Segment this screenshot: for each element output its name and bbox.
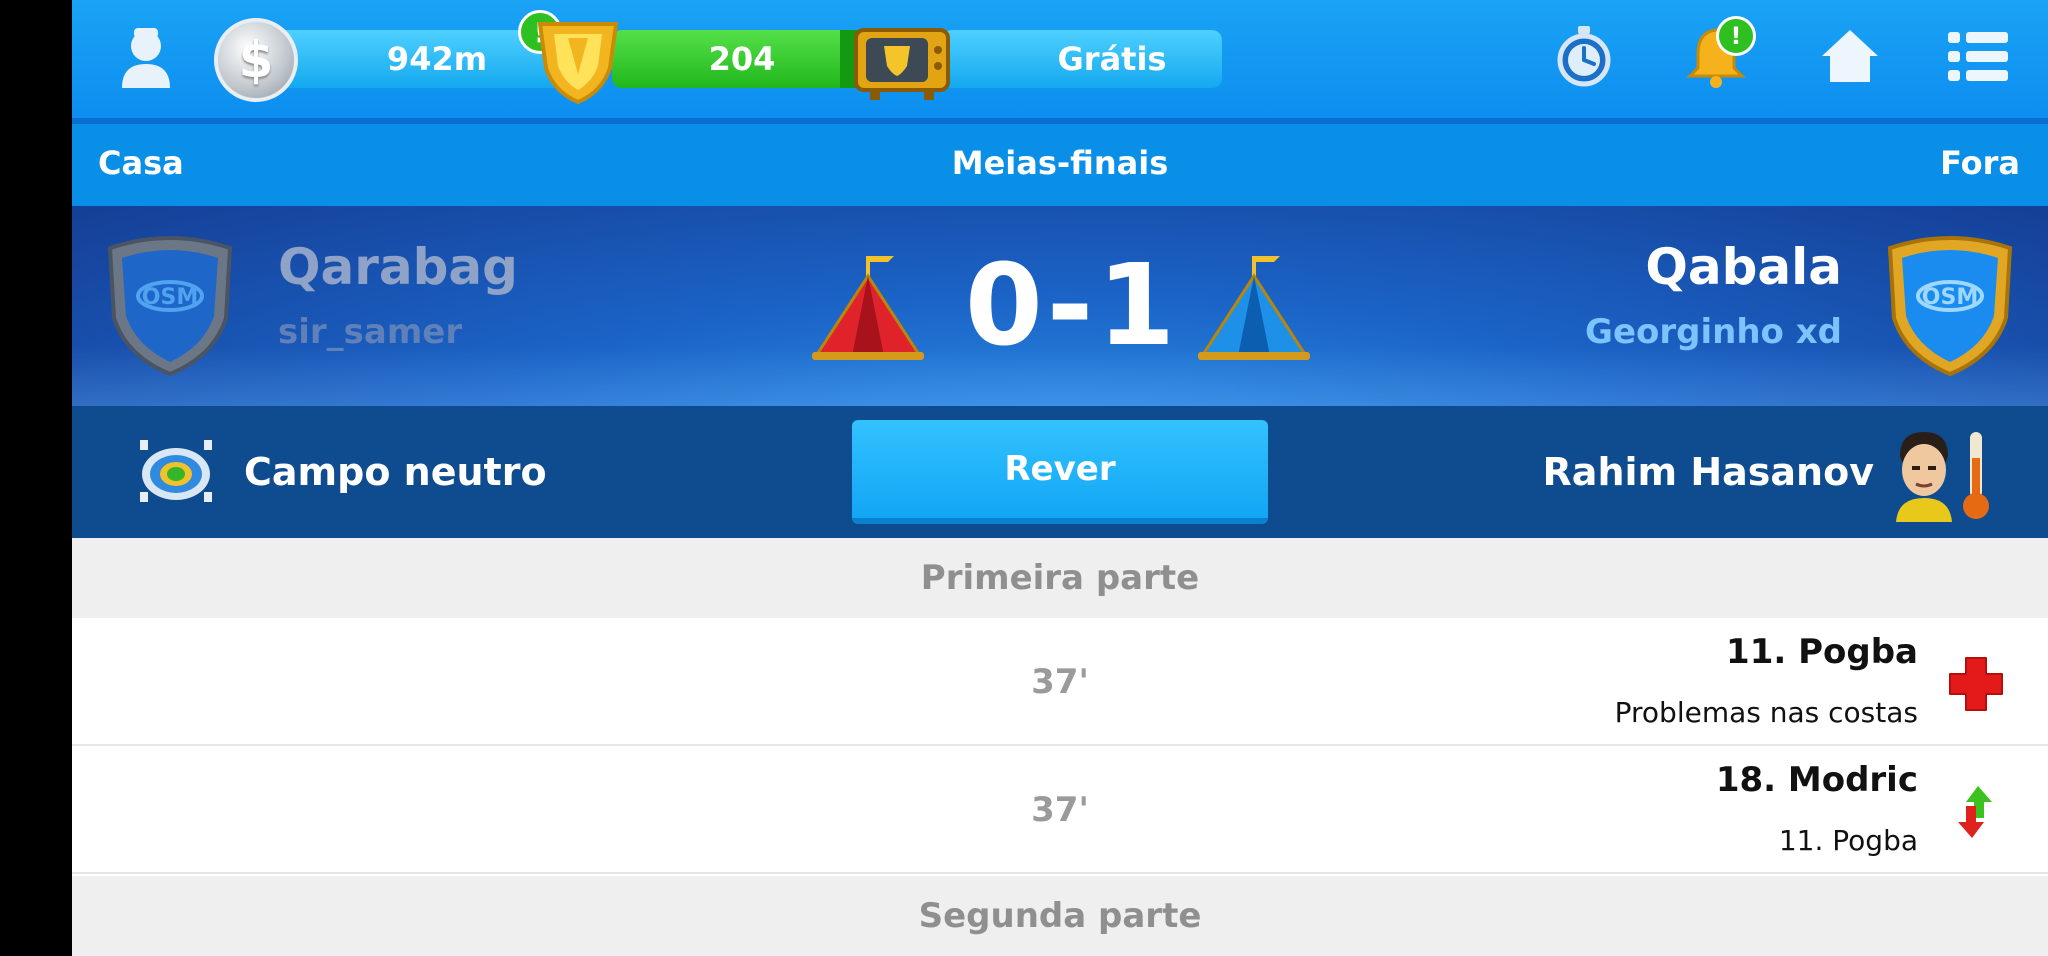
home-icon[interactable] xyxy=(1818,24,1882,88)
free-video-label: Grátis xyxy=(1057,40,1167,78)
avatar-icon[interactable] xyxy=(116,26,176,90)
event-detail: Problemas nas costas xyxy=(1614,696,1918,729)
event-detail: 11. Pogba xyxy=(1778,824,1918,857)
event-row[interactable]: 37' 18. Modric 11. Pogba xyxy=(72,746,2048,874)
event-player: 18. Modric xyxy=(1715,760,1918,800)
referee-avatar xyxy=(1896,432,1952,522)
home-manager-name[interactable]: sir_samer xyxy=(278,312,462,352)
menu-icon[interactable] xyxy=(1946,24,2010,88)
coin-icon: $ xyxy=(214,18,298,102)
injury-cross-icon xyxy=(1949,657,2003,711)
notification-alert-badge: ! xyxy=(1716,16,1756,56)
stadium-icon xyxy=(140,440,212,502)
tokens-display[interactable]: 204 + xyxy=(612,30,892,88)
away-team-badge[interactable]: OSM xyxy=(1882,234,2018,378)
home-tent-icon xyxy=(812,256,924,360)
match-info-bar: Campo neutro Rever Rahim Hasanov xyxy=(72,406,2048,538)
round-title: Meias-finais xyxy=(951,144,1169,182)
money-value: 942m xyxy=(386,40,488,78)
thermometer-icon xyxy=(1963,432,1989,519)
score-banner: OSM Qarabag sir_samer 0-1 Qabala Georgin… xyxy=(72,206,2048,406)
event-player: 11. Pogba xyxy=(1726,632,1918,672)
tokens-value: 204 xyxy=(708,40,776,78)
home-team-badge[interactable]: OSM xyxy=(102,234,238,378)
round-bar: Casa Meias-finais Fora xyxy=(72,124,2048,206)
stopwatch-icon[interactable] xyxy=(1552,24,1616,88)
home-team-name[interactable]: Qarabag xyxy=(278,238,518,296)
match-score: 0-1 xyxy=(964,241,1180,371)
event-row[interactable]: 37' 11. Pogba Problemas nas costas xyxy=(72,618,2048,746)
svg-text:OSM: OSM xyxy=(1922,285,1978,310)
first-half-header: Primeira parte xyxy=(72,538,2048,618)
venue-label: Campo neutro xyxy=(244,450,547,494)
top-bar: 942m $ ! 204 + Grátis xyxy=(72,0,2048,124)
tv-icon xyxy=(854,28,950,100)
away-manager-name[interactable]: Georginho xd xyxy=(1585,312,1842,352)
replay-button[interactable]: Rever xyxy=(852,420,1268,524)
token-shield-icon xyxy=(537,22,619,105)
away-tent-icon xyxy=(1198,256,1310,360)
replay-button-label: Rever xyxy=(1004,449,1116,489)
substitution-arrows-icon xyxy=(1958,786,1992,838)
free-video-button[interactable]: Grátis xyxy=(942,30,1222,88)
away-label: Fora xyxy=(1940,144,2020,182)
match-screen: 942m $ ! 204 + Grátis xyxy=(72,0,2048,956)
second-half-header: Segunda parte xyxy=(72,876,2048,956)
away-team-name[interactable]: Qabala xyxy=(1645,238,1842,296)
svg-text:OSM: OSM xyxy=(142,285,198,310)
referee-name: Rahim Hasanov xyxy=(1542,450,1874,494)
